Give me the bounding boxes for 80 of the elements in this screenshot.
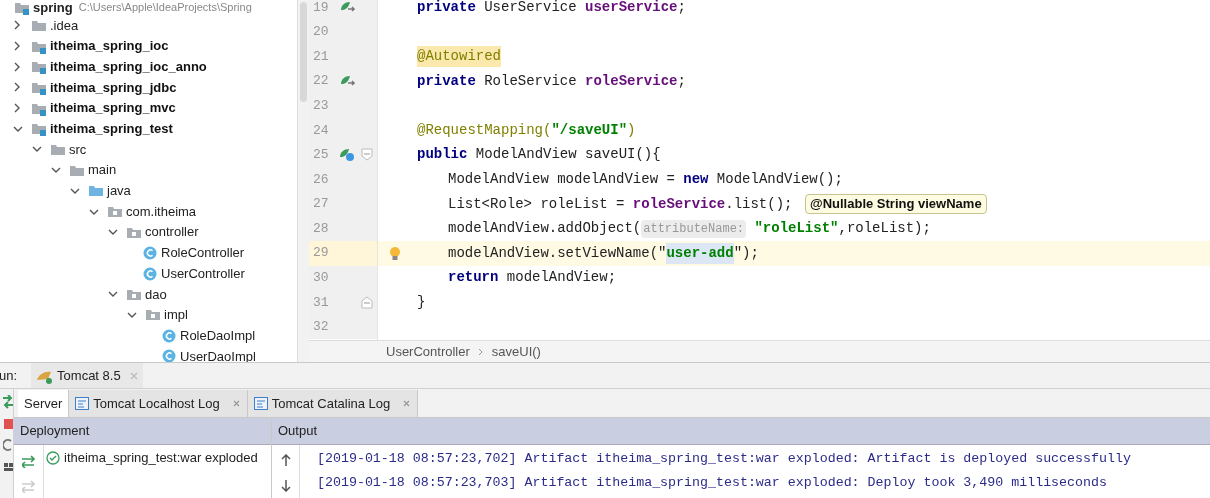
line-number: 28 — [312, 219, 330, 238]
line-number: 23 — [312, 96, 330, 115]
tree-item[interactable]: RoleDaoImpl — [0, 325, 297, 346]
tree-item[interactable]: itheima_spring_jdbc — [0, 77, 297, 98]
tree-item[interactable]: itheima_spring_test — [0, 118, 297, 140]
rerun-icon — [3, 395, 13, 409]
line-number: 19 — [312, 0, 330, 17]
line-number: 26 — [312, 170, 330, 189]
module-folder-icon — [31, 59, 47, 75]
code-line: modelAndView.addObject(attributeName: "roleList",roleList); — [447, 218, 931, 240]
fold-icon — [361, 295, 373, 309]
folder-icon — [88, 183, 104, 199]
arrow-up-icon — [280, 454, 291, 467]
project-name: spring — [33, 0, 73, 17]
fold-icon — [361, 148, 373, 162]
code-line: List<Role> roleList = roleService.list(); — [447, 194, 793, 214]
column-header: Output — [272, 418, 1210, 445]
tab[interactable]: Tomcat Catalina Log — [247, 390, 419, 417]
code-line: private RoleService roleService; — [417, 71, 686, 91]
class-icon — [162, 328, 176, 343]
breadcrumb-item[interactable]: saveUI() — [491, 341, 541, 362]
code-line: public ModelAndView saveUI(){ — [417, 145, 661, 165]
tree-item[interactable]: itheima_spring_mvc — [0, 97, 297, 119]
line-number: 29 — [312, 244, 330, 263]
column-header: Deployment — [14, 418, 271, 445]
code-line: return modelAndView; — [447, 268, 617, 288]
scrollbar-thumb[interactable] — [300, 2, 307, 102]
layout-icon — [4, 461, 13, 471]
line-number: 20 — [312, 23, 330, 42]
stop-icon — [4, 419, 13, 429]
deployment-item[interactable]: itheima_spring_test:war exploded — [44, 448, 271, 468]
line-number: 31 — [312, 293, 330, 312]
module-folder-icon — [14, 0, 30, 15]
tree-item[interactable]: controller — [0, 221, 297, 243]
tree-item[interactable]: src — [0, 139, 297, 160]
tree-item[interactable]: java — [0, 180, 297, 202]
class-icon — [143, 245, 157, 260]
tree-item[interactable]: main — [0, 159, 297, 181]
tree-item[interactable]: dao — [0, 283, 297, 305]
log-line: [2019-01-18 08:57:23,703] Artifact itheima_spring_test:war exploded: Deploy took 3,490 milliseconds — [317, 474, 1108, 493]
package-icon — [145, 307, 161, 323]
line-number: 24 — [312, 121, 330, 140]
undeploy-icon — [22, 478, 35, 493]
log-icon — [253, 397, 268, 410]
code-line: ModelAndView modelAndView = new ModelAndView(); — [447, 169, 843, 189]
code-line: private UserService userService; — [417, 0, 686, 17]
line-number: 25 — [312, 146, 330, 165]
tooltip: @Nullable String viewName — [805, 194, 987, 214]
breadcrumb-item[interactable]: UserController — [386, 341, 470, 362]
tab[interactable]: Server — [18, 390, 70, 417]
code-line: @RequestMapping("/saveUI") — [417, 120, 636, 140]
log-line: [2019-01-18 08:57:23,702] Artifact itheima_spring_test:war exploded: Artifact is deployed successfully — [317, 450, 1131, 469]
line-number: 30 — [312, 269, 330, 288]
tree-item[interactable]: RoleController — [0, 242, 297, 264]
tab[interactable]: Tomcat Localhost Log — [69, 390, 248, 417]
log-icon — [75, 397, 90, 410]
run-tab[interactable]: Tomcat 8.5 — [31, 363, 143, 388]
close-icon — [128, 370, 139, 381]
tree-item[interactable]: com.itheima — [0, 201, 297, 222]
line-number: 27 — [312, 195, 330, 214]
package-icon — [107, 204, 123, 220]
refresh-icon — [3, 439, 13, 451]
run-label: un: — [0, 366, 18, 385]
chevron-right-icon — [477, 347, 484, 356]
code-line: modelAndView.setViewName("user-add"); — [417, 242, 759, 264]
tree-item[interactable]: .idea — [0, 15, 297, 36]
line-number: 32 — [312, 318, 330, 337]
module-folder-icon — [31, 121, 47, 137]
tree-item[interactable]: impl — [0, 304, 297, 326]
arrow-down-icon — [280, 479, 291, 492]
tree-item[interactable]: itheima_spring_ioc_anno — [0, 56, 297, 78]
class-icon — [143, 266, 157, 281]
tree-item[interactable]: itheima_spring_ioc — [0, 35, 297, 57]
tree-item[interactable]: UserController — [0, 263, 297, 284]
line-number: 21 — [312, 47, 330, 66]
line-number: 22 — [312, 72, 330, 91]
project-path: C:\Users\Apple\IdeaProjects\Spring — [78, 0, 252, 16]
deploy-icon — [22, 453, 35, 468]
bean-globe-icon — [339, 147, 355, 163]
code-line: } — [417, 292, 426, 312]
